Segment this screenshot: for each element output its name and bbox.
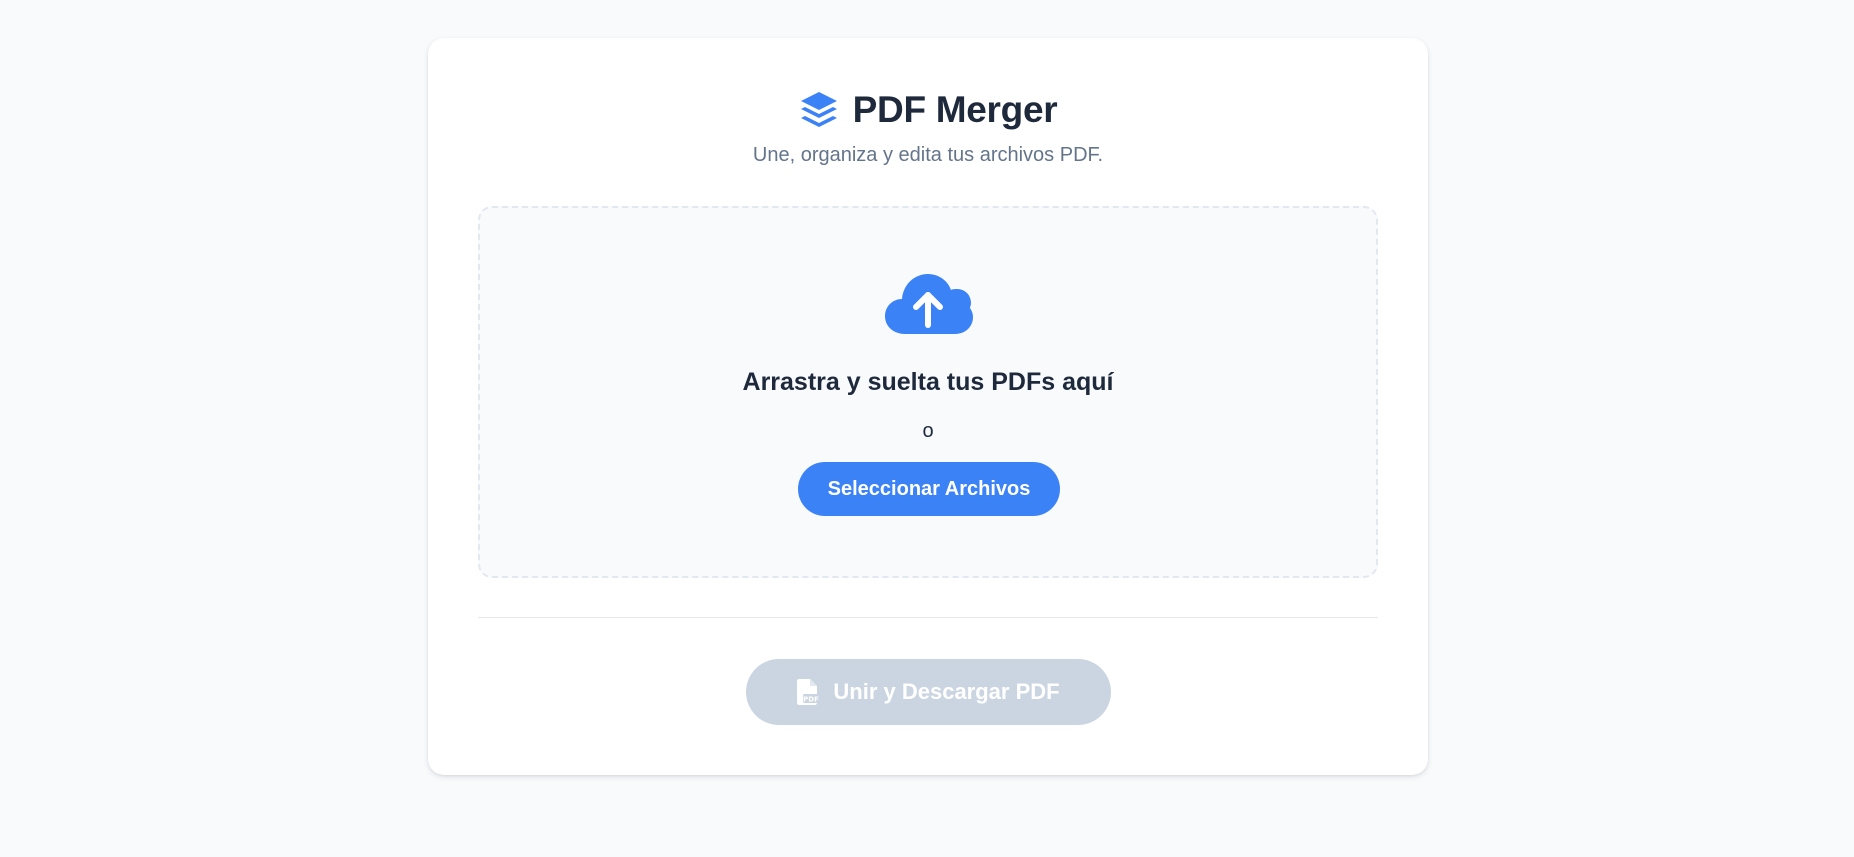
dropzone-or-text: o <box>922 420 934 442</box>
select-files-button[interactable]: Seleccionar Archivos <box>798 462 1060 516</box>
merge-button-label: Unir y Descargar PDF <box>833 679 1060 704</box>
file-dropzone[interactable]: Arrastra y suelta tus PDFs aquí o Selecc… <box>478 206 1378 578</box>
app-header: PDF Merger Une, organiza y edita tus arc… <box>428 88 1428 167</box>
layers-icon <box>799 91 839 129</box>
app-subtitle: Une, organiza y edita tus archivos PDF. <box>752 144 1104 166</box>
svg-text:PDF: PDF <box>804 696 820 704</box>
cloud-upload-icon <box>480 270 1376 336</box>
merge-download-button[interactable]: PDF Unir y Descargar PDF <box>746 659 1111 725</box>
title-row: PDF Merger <box>428 88 1428 132</box>
main-card: PDF Merger Une, organiza y edita tus arc… <box>428 38 1428 775</box>
app-title: PDF Merger <box>852 89 1058 130</box>
divider <box>478 617 1378 618</box>
file-pdf-icon: PDF <box>797 679 820 705</box>
dropzone-heading: Arrastra y suelta tus PDFs aquí <box>742 368 1114 396</box>
